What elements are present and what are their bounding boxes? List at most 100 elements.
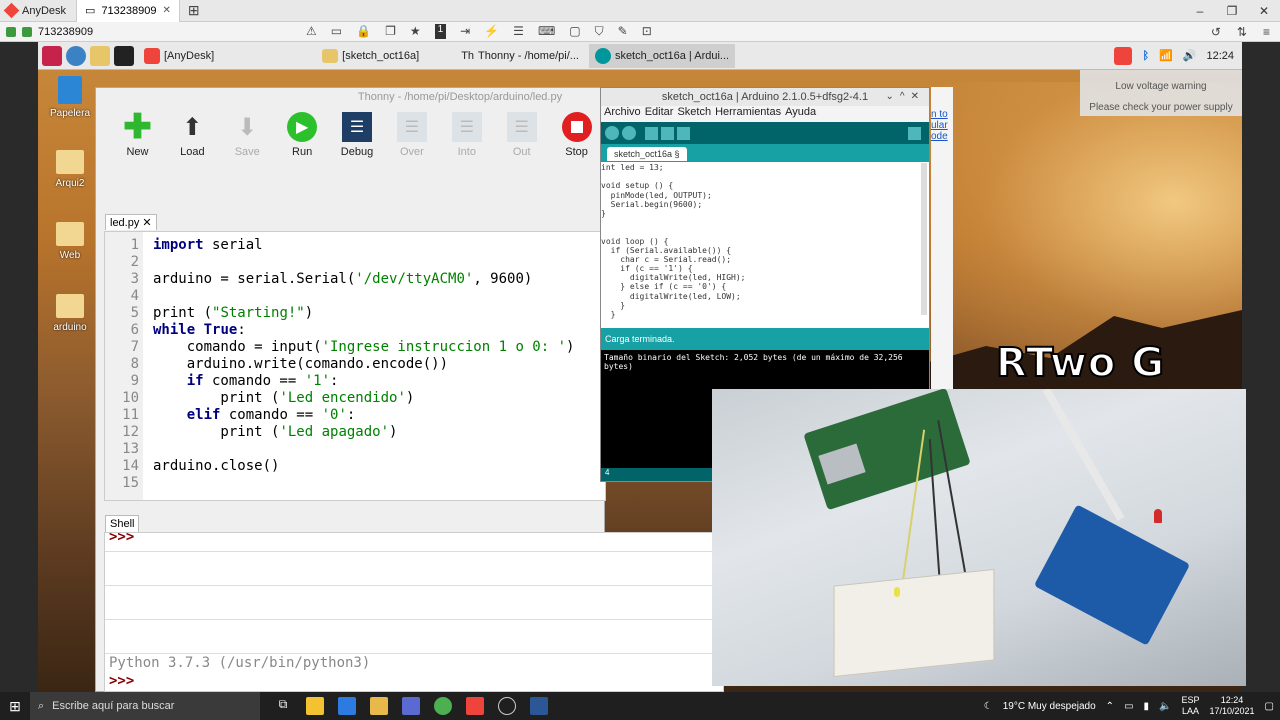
step-into-button[interactable]: ☰ Into	[439, 106, 494, 162]
language-indicator[interactable]: ESP LAA	[1181, 695, 1199, 717]
background-window-edge: n to ular ode	[931, 87, 953, 389]
desktop-icon-arduino[interactable]: arduino	[42, 294, 98, 333]
wifi-icon[interactable]: 📶	[1159, 49, 1173, 62]
arduino-window-controls[interactable]: ⌄^✕	[886, 88, 925, 106]
run-button[interactable]: ▶ Run	[275, 106, 330, 162]
step-over-button[interactable]: ☰ Over	[384, 106, 439, 162]
bluetooth-icon[interactable]: ᛒ	[1142, 50, 1149, 62]
arduino-code-editor[interactable]: int led = 13; void setup () { pinMode(le…	[601, 163, 923, 323]
new-sketch-icon[interactable]	[645, 126, 658, 140]
warning-icon[interactable]: ⚠	[306, 24, 317, 39]
menu-sketch[interactable]: Sketch	[677, 106, 711, 122]
background-link[interactable]: n to ular ode	[931, 87, 953, 142]
address-field[interactable]: 713238909	[0, 26, 300, 38]
menu-ayuda[interactable]: Ayuda	[785, 106, 816, 122]
raspberry-menu-icon[interactable]	[42, 45, 62, 66]
anydesk-taskbar-icon[interactable]	[466, 697, 484, 715]
file-manager-icon[interactable]	[90, 45, 110, 66]
battery-icon[interactable]: ▮	[1144, 701, 1150, 712]
upload-icon[interactable]	[622, 126, 636, 140]
new-tab-icon[interactable]: ⊞	[188, 2, 200, 19]
task-thonny[interactable]: Th Thonny - /home/pi/...	[455, 44, 585, 68]
folder-icon	[56, 294, 84, 318]
code-line: 15	[122, 475, 139, 491]
keyboard-icon[interactable]: ⌨	[538, 24, 555, 39]
volume-icon[interactable]: 🔊	[1183, 49, 1197, 62]
notifications-icon[interactable]: ▢	[1265, 701, 1274, 712]
desktop-icon-web[interactable]: Web	[42, 222, 98, 261]
weather-text[interactable]: 19°C Muy despejado	[1003, 701, 1096, 712]
volume-icon[interactable]: 🔈	[1159, 701, 1171, 712]
share-icon[interactable]: ⇥	[460, 24, 470, 39]
history-icon[interactable]: ↺	[1211, 25, 1221, 39]
taskbar-clock[interactable]: 12:24 17/10/2021	[1210, 695, 1255, 717]
app-purple-icon[interactable]	[402, 697, 420, 715]
chevron-up-icon[interactable]: ⌃	[1106, 701, 1114, 712]
close-tab-icon[interactable]: ✕	[142, 217, 151, 229]
clock-app-icon[interactable]	[498, 697, 516, 715]
star-icon[interactable]: ★	[410, 24, 421, 39]
serial-monitor-icon[interactable]	[908, 126, 921, 140]
display-icon[interactable]: ▭	[331, 24, 342, 39]
close-tab-icon[interactable]: ✕	[163, 5, 171, 16]
menu-icon[interactable]: ≡	[1263, 25, 1270, 39]
transfer-icon[interactable]: ⇅	[1237, 25, 1247, 39]
low-voltage-warning[interactable]: Low voltage warning Please check your po…	[1080, 70, 1242, 116]
stop-button[interactable]: Stop	[549, 106, 604, 162]
lock-icon[interactable]: 🔒	[356, 24, 371, 39]
sketch-tab[interactable]: sketch_oct16a §	[607, 147, 687, 161]
debug-button[interactable]: ☰ Debug	[330, 106, 385, 162]
monitor-1-icon[interactable]: 1	[434, 24, 447, 39]
code-line: digitalWrite(led, LOW);	[601, 291, 741, 301]
arduino-scrollbar[interactable]	[921, 163, 927, 315]
step-out-button[interactable]: ☰ Out	[494, 106, 549, 162]
weather-icon[interactable]: ☾	[984, 701, 993, 712]
browser-icon[interactable]	[66, 45, 86, 66]
chat-icon[interactable]: ☰	[513, 24, 524, 39]
verify-icon[interactable]	[605, 126, 619, 140]
copy-icon[interactable]: ❐	[385, 24, 396, 39]
task-anydesk[interactable]: [AnyDesk]	[138, 44, 220, 68]
menu-herramientas[interactable]: Herramientas	[715, 106, 781, 122]
code-editor[interactable]: 1 import serial 2 3 arduino = serial.Seria…	[104, 231, 606, 501]
sticky-notes-icon[interactable]	[306, 697, 324, 715]
record-icon[interactable]: ⊡	[642, 24, 652, 39]
close-icon[interactable]: ✕	[1248, 0, 1280, 22]
low-voltage-message: Please check your power supply	[1089, 102, 1233, 113]
taskbar-search[interactable]: ⌕ Escribe aquí para buscar	[30, 692, 260, 720]
save-button[interactable]: ⬇ Save	[220, 106, 275, 162]
app-blue-icon[interactable]	[338, 697, 356, 715]
task-view-icon[interactable]: ⧉	[274, 697, 292, 715]
minimize-icon[interactable]: –	[1184, 0, 1216, 22]
lightning-icon[interactable]: ⚡	[484, 24, 499, 39]
code-line: void loop () {	[601, 236, 669, 246]
shell-console[interactable]: >>> Python 3.7.3 (/usr/bin/python3) >>>	[104, 532, 724, 692]
terminal-icon[interactable]	[114, 45, 134, 66]
pen-icon[interactable]: ✎	[618, 24, 628, 39]
new-button[interactable]: ✚ New	[110, 106, 165, 162]
shell-tab[interactable]: Shell	[105, 515, 140, 532]
task-sketch-folder[interactable]: [sketch_oct16a]	[316, 44, 425, 68]
menu-archivo[interactable]: Archivo	[604, 106, 641, 122]
save-sketch-icon[interactable]	[677, 126, 690, 140]
desktop-icon-trash[interactable]: Papelera	[42, 76, 98, 119]
screen-icon[interactable]: ▢	[569, 24, 580, 39]
chrome-icon[interactable]	[434, 697, 452, 715]
anydesk-tray-icon[interactable]	[1114, 46, 1133, 65]
load-button[interactable]: ⬆ Load	[165, 106, 220, 162]
menu-editar[interactable]: Editar	[645, 106, 674, 122]
stop-icon	[561, 112, 592, 142]
editor-tab[interactable]: led.py ✕	[105, 214, 157, 230]
desktop-icon-arqui2[interactable]: Arqui2	[42, 150, 98, 189]
file-explorer-icon[interactable]	[370, 697, 388, 715]
network-icon[interactable]: ▭	[1124, 701, 1133, 712]
anydesk-session-tab[interactable]: ▭ 713238909 ✕	[76, 0, 180, 22]
word-icon[interactable]	[530, 697, 548, 715]
task-arduino[interactable]: sketch_oct16a | Ardui...	[588, 43, 736, 68]
windows-start-icon[interactable]: ⊞	[0, 698, 30, 715]
shield-icon[interactable]: ⛉	[595, 24, 604, 39]
rpi-panel: [AnyDesk] [sketch_oct16a] Th Thonny - /h…	[38, 42, 1242, 70]
maximize-icon[interactable]: ❐	[1216, 0, 1248, 22]
code-line: 1 import serial	[130, 237, 263, 253]
open-sketch-icon[interactable]	[661, 126, 674, 140]
